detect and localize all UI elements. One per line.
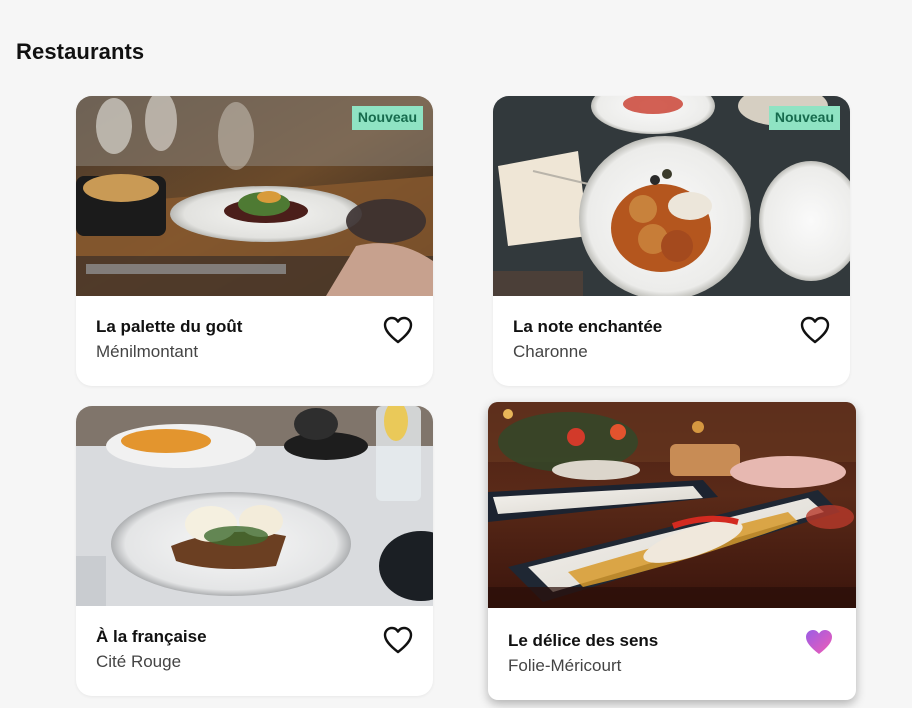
card-body: La palette du goût Ménilmontant (76, 296, 433, 386)
restaurant-area: Ménilmontant (96, 342, 199, 361)
restaurant-name: À la française (96, 627, 207, 646)
new-badge: Nouveau (768, 106, 840, 130)
restaurant-area: Cité Rouge (96, 652, 182, 671)
restaurant-name: La palette du goût (96, 317, 243, 336)
card-body: À la française Cité Rouge (76, 606, 433, 696)
restaurant-card-4[interactable]: Le délice des sens Folie-Méricourt (488, 402, 856, 700)
restaurant-name: La note enchantée (513, 317, 663, 336)
favorite-button[interactable] (800, 316, 830, 344)
restaurant-name: Le délice des sens (508, 631, 659, 650)
favorite-button[interactable] (804, 628, 834, 656)
restaurant-photo: Nouveau (493, 96, 850, 296)
restaurants-page: Restaurants Nouveau La palette du goût M… (0, 0, 912, 708)
page-title: Restaurants (16, 39, 145, 64)
restaurant-area: Charonne (513, 342, 588, 361)
restaurant-card-3[interactable]: À la française Cité Rouge (76, 406, 433, 696)
fish-platter-photo (488, 402, 856, 608)
card-body: La note enchantée Charonne (493, 296, 850, 386)
restaurant-card-1[interactable]: Nouveau La palette du goût Ménilmontant (76, 96, 433, 386)
eggs-benedict-photo (76, 406, 433, 606)
heart-outline-icon (383, 316, 413, 344)
new-badge: Nouveau (351, 106, 423, 130)
heart-outline-icon (800, 316, 830, 344)
card-body: Le délice des sens Folie-Méricourt (488, 608, 856, 700)
restaurant-photo (76, 406, 433, 606)
restaurant-area: Folie-Méricourt (508, 656, 622, 675)
restaurant-photo (488, 402, 856, 608)
restaurant-photo: Nouveau (76, 96, 433, 296)
heart-filled-icon (806, 630, 832, 654)
favorite-button[interactable] (383, 316, 413, 344)
heart-outline-icon (383, 626, 413, 654)
favorite-button[interactable] (383, 626, 413, 654)
restaurant-card-2[interactable]: Nouveau La note enchantée Charonne (493, 96, 850, 386)
